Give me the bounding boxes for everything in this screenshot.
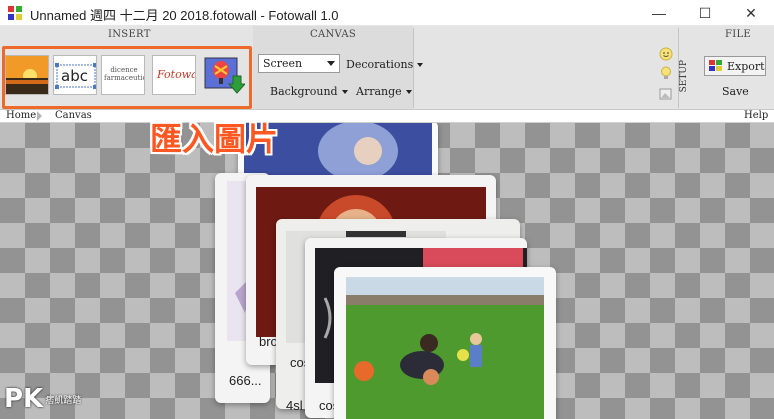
canvas-area[interactable]: 666... bro cos 4sl cos cos <box>0 123 774 419</box>
close-button[interactable]: ✕ <box>728 0 774 26</box>
save-button[interactable]: Save <box>722 85 749 98</box>
maximize-button[interactable]: ☐ <box>682 0 728 26</box>
insert-section-label: INSERT <box>108 29 151 40</box>
export-icon <box>709 60 722 71</box>
caption-4sl: 4sl <box>286 398 303 413</box>
chevron-down-icon <box>417 63 424 67</box>
arrange-menu[interactable]: Arrange <box>356 85 412 98</box>
chevron-down-icon <box>327 61 335 66</box>
add-text-button[interactable]: abc <box>53 55 97 95</box>
word-cloud-preview: dicence farmaceutica <box>104 66 144 82</box>
photo-family-lawn[interactable] <box>334 267 556 419</box>
canvas-divider <box>413 28 414 108</box>
text-button-label: abc <box>61 67 88 85</box>
caption-666: 666... <box>229 373 262 388</box>
decorations-menu[interactable]: Decorations <box>346 58 424 71</box>
import-picture-annotation: 匯入圖片 <box>150 120 279 158</box>
export-button[interactable]: Export <box>704 56 766 76</box>
chevron-down-icon <box>341 90 348 94</box>
import-picture-button[interactable] <box>202 55 246 95</box>
lightbulb-icon[interactable] <box>659 66 673 80</box>
canvas-mode-value: Screen <box>263 57 303 70</box>
add-styled-text-button[interactable]: Fotowall <box>152 55 196 95</box>
watermark-text: 痞凱踏踏 <box>45 394 82 405</box>
title-bar: Unnamed 週四 十二月 20 2018.fotowall - Fotowa… <box>0 0 774 26</box>
breadcrumb: Home Canvas Help <box>0 110 774 123</box>
breadcrumb-home[interactable]: Home <box>6 110 36 121</box>
canvas-mode-select[interactable]: Screen <box>258 54 340 73</box>
watermark-logo: PK <box>4 384 44 414</box>
decorations-label: Decorations <box>346 58 414 71</box>
sunset-picture-icon <box>6 56 48 94</box>
export-label: Export <box>727 59 765 73</box>
fotowall-app-icon <box>8 6 22 20</box>
breadcrumb-separator-icon <box>37 111 42 121</box>
picture-settings-icon[interactable] <box>659 87 673 101</box>
add-word-cloud-button[interactable]: dicence farmaceutica <box>101 55 145 95</box>
file-section-label: FILE <box>725 29 752 40</box>
import-image-icon <box>204 57 245 94</box>
watermark: PK 痞凱踏踏 <box>4 384 81 414</box>
family-lawn-photo-image <box>346 277 544 419</box>
breadcrumb-canvas[interactable]: Canvas <box>55 110 92 121</box>
styled-text-preview: Fotowall <box>157 68 195 81</box>
background-menu[interactable]: Background <box>270 85 348 98</box>
canvas-section-label: CANVAS <box>310 29 357 40</box>
background-label: Background <box>270 85 338 98</box>
help-link[interactable]: Help <box>744 110 768 121</box>
arrange-label: Arrange <box>356 85 402 98</box>
smiley-icon[interactable] <box>659 47 673 61</box>
window-title: Unnamed 週四 十二月 20 2018.fotowall - Fotowa… <box>30 8 339 23</box>
setup-label: SETUP <box>679 60 689 93</box>
ribbon-toolbar: INSERT CANVAS FILE abc dicence farmaceut… <box>0 26 774 131</box>
caption-bro: bro <box>259 334 278 349</box>
minimize-button[interactable]: — <box>636 0 682 26</box>
chevron-down-icon <box>405 90 412 94</box>
add-picture-button[interactable] <box>5 55 49 95</box>
